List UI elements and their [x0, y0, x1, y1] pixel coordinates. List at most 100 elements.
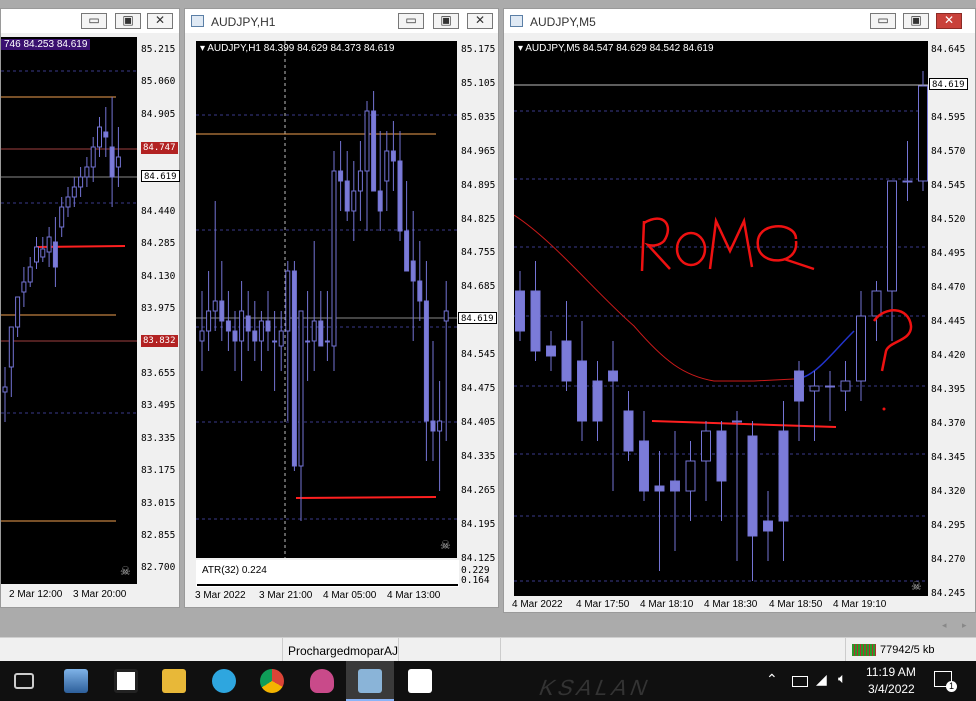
maximize-button[interactable]: ▣	[903, 13, 929, 29]
clock-date[interactable]: 3/4/2022	[868, 682, 915, 696]
price-axis-label: 84.545	[931, 180, 966, 191]
candle-body	[377, 190, 383, 212]
candle-body	[515, 290, 525, 332]
chart-plot-h1[interactable]: ▾ AUDJPY,H1 84.399 84.629 84.373 84.619 …	[196, 41, 457, 558]
time-label: 3 Mar 21:00	[259, 590, 313, 601]
candle-body	[856, 315, 866, 382]
price-axis-label: 84.345	[931, 452, 966, 463]
candle-body	[239, 310, 245, 342]
price-axis-label: 84.595	[931, 112, 966, 123]
skull-icon: ☠	[120, 564, 131, 578]
time-label: 4 Mar 05:00	[323, 590, 377, 601]
candle-body	[84, 166, 90, 178]
price-axis-label: 84.285	[141, 238, 176, 250]
price-axis-label: 85.215	[141, 44, 176, 55]
candle-body	[109, 146, 115, 178]
candlestick-chart-left	[1, 70, 137, 522]
candlestick-chart-m5	[513, 71, 928, 582]
window-title: AUDJPY,H1	[211, 15, 276, 29]
candle-body	[15, 296, 21, 328]
handwriting-m	[708, 216, 754, 270]
maximize-button[interactable]: ▣	[433, 13, 459, 29]
speaker-icon[interactable]: 🔈︎	[838, 670, 846, 687]
chart-header-m5: ▾ AUDJPY,M5 84.547 84.629 84.542 84.619	[518, 43, 714, 54]
clock-time[interactable]: 11:19 AM	[866, 665, 916, 679]
candle-body	[324, 340, 330, 343]
chart-window-h1: AUDJPY,H1 ▭ ▣ ✕ ▾ AUDJPY,H1 84.399 84.62…	[184, 8, 499, 608]
candle-body	[430, 420, 436, 432]
candle-body	[298, 310, 304, 467]
price-axis-label: 84.905	[141, 108, 176, 120]
candle-body	[716, 430, 727, 482]
time-label: 3 Mar 2022	[195, 590, 246, 601]
price-axis-label: 84.825	[461, 213, 496, 225]
price-axis-label: 84.395	[931, 384, 966, 395]
close-button[interactable]: ✕	[936, 13, 962, 29]
candle-body	[623, 410, 634, 452]
red-level-tag-2: 83.832	[141, 335, 178, 347]
minimize-button[interactable]: ▭	[398, 13, 424, 29]
chevron-up-icon[interactable]: ⌃	[766, 671, 778, 688]
price-axis-label: 84.965	[461, 145, 496, 157]
price-axis-label: 84.195	[461, 518, 496, 530]
calculator-icon[interactable]	[114, 669, 138, 693]
price-axis-label: 84.440	[141, 206, 176, 217]
metatrader-icon[interactable]	[358, 669, 382, 693]
price-axis-label: 84.520	[931, 214, 966, 225]
price-axis-label: 83.495	[141, 400, 176, 412]
price-axis-label: 84.685	[461, 281, 496, 293]
price-axis-label: 83.175	[141, 465, 176, 477]
candle-body	[278, 330, 284, 347]
time-label: 4 Mar 18:50	[769, 599, 823, 610]
drawn-support-line	[295, 496, 437, 499]
handwriting-question-mark	[872, 309, 913, 372]
task-view-icon[interactable]	[14, 673, 34, 689]
price-axis-label: 85.175	[461, 44, 496, 55]
connection-bars-icon	[852, 644, 876, 656]
time-label: 2 Mar 12:00	[9, 589, 63, 600]
candle-body	[78, 176, 84, 188]
scroll-left-arrow[interactable]: ◂	[942, 620, 947, 631]
pc-icon[interactable]	[64, 669, 88, 693]
price-axis-label: 82.855	[141, 530, 176, 541]
chrome-icon[interactable]	[260, 669, 284, 693]
price-axis-label: 82.700	[141, 562, 176, 574]
candle-body	[71, 186, 77, 198]
candle-body	[40, 248, 46, 258]
candle-body	[701, 430, 711, 462]
paint-icon[interactable]	[310, 669, 334, 693]
telegram-icon[interactable]	[212, 669, 236, 693]
price-axis-label: 84.445	[931, 316, 966, 327]
folder-icon[interactable]	[162, 669, 186, 693]
price-axis-label: 84.570	[931, 146, 966, 157]
price-axis-label: 85.105	[461, 77, 496, 89]
candle-body	[338, 170, 344, 182]
candle-body	[59, 206, 65, 228]
candle-body	[763, 520, 773, 532]
scroll-right-arrow[interactable]: ▸	[962, 620, 967, 631]
candle-body	[252, 330, 258, 342]
minimize-button[interactable]: ▭	[81, 13, 107, 29]
candle-body	[212, 300, 218, 312]
candle-body	[561, 340, 572, 382]
candle-body	[2, 386, 8, 393]
price-axis-label: 84.265	[461, 484, 496, 496]
time-label: 4 Mar 19:10	[833, 599, 887, 610]
candle-body	[608, 370, 618, 382]
candle-body	[423, 300, 429, 422]
price-axis-label: 85.060	[141, 76, 176, 88]
chart-plot-left[interactable]: 746 84.253 84.619 ☠	[1, 37, 137, 584]
close-button[interactable]: ✕	[147, 13, 173, 29]
maximize-button[interactable]: ▣	[115, 13, 141, 29]
candle-body	[410, 260, 416, 282]
wifi-icon[interactable]: ◢	[816, 671, 827, 688]
candle-body	[809, 385, 820, 392]
notepad-icon[interactable]	[408, 669, 432, 693]
minimize-button[interactable]: ▭	[870, 13, 896, 29]
candle-body	[258, 320, 264, 342]
chart-header-left: 746 84.253 84.619	[1, 39, 91, 50]
chart-plot-m5[interactable]: ▾ AUDJPY,M5 84.547 84.629 84.542 84.619 …	[513, 41, 928, 596]
current-price-tag: 84.619	[929, 78, 968, 90]
close-button[interactable]: ✕	[467, 13, 493, 29]
battery-icon[interactable]	[792, 676, 808, 687]
